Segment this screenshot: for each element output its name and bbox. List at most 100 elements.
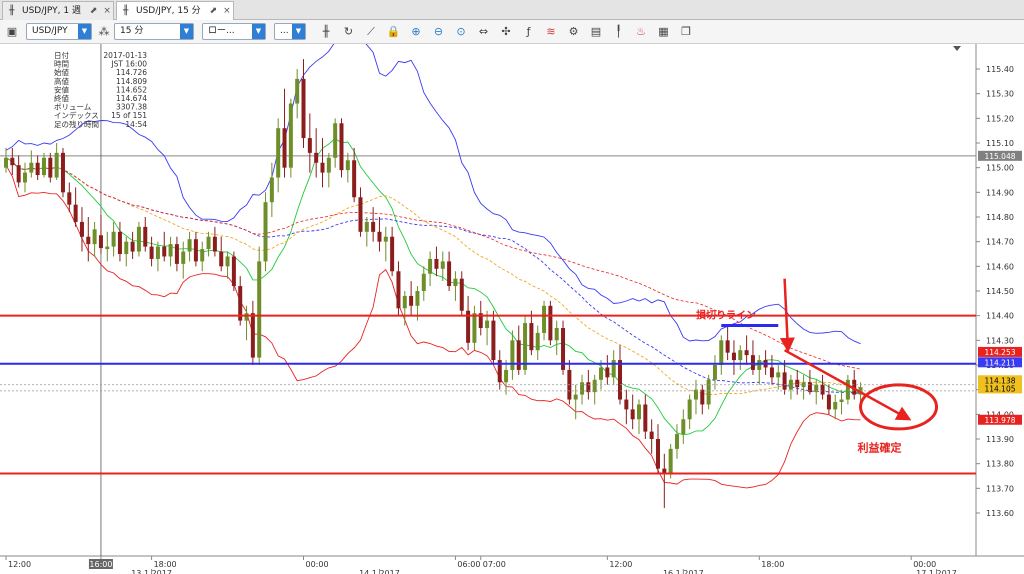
price-chart[interactable]: 115.40 115.30 115.20 115.10 115.00 114.90 114.… (0, 44, 1024, 574)
y-tick-label: 113.70 (986, 484, 1014, 493)
popout-icon[interactable]: ⬈ (210, 2, 218, 20)
candle-body (111, 231, 116, 247)
candle-body (738, 350, 743, 361)
chevron-down-icon: ▼ (180, 24, 193, 39)
candle-body (35, 162, 40, 176)
calendar-icon[interactable]: ▦ (656, 24, 672, 40)
date-label: 16 1 2017 (663, 569, 704, 574)
x-tick-label: 18:00 (761, 560, 784, 569)
x-tick-label: 18:00 (154, 560, 177, 569)
indicator-icon[interactable]: ƒ (521, 24, 537, 40)
tab-label: USD/JPY, 15 分 (136, 6, 201, 16)
chevron-down-icon: ▼ (78, 24, 91, 39)
candle-body (60, 152, 65, 193)
candle-body (421, 273, 426, 291)
candle-body (149, 246, 154, 259)
chart-toolbar: ▣ USD/JPY ▼ ⁂ 15 分 ▼ ロー... ▼ ... ▼ ╫ ↻ ⟋ 🔒 ⊕ ⊖ ⊙ ⇔ ✣… (0, 20, 1024, 44)
candle-body (472, 313, 477, 343)
candle-body (339, 123, 344, 171)
popout-icon[interactable]: ⬈ (90, 2, 98, 20)
candle-body (434, 258, 439, 269)
candle-body (155, 246, 160, 259)
candle-body (206, 236, 211, 250)
period-select[interactable]: 15 分 ▼ (114, 23, 194, 40)
trendline-icon[interactable]: ⟋ (363, 24, 379, 40)
y-tick-label: 115.30 (986, 90, 1014, 99)
info-label: 日付 (54, 50, 69, 60)
candle-body (314, 152, 319, 163)
candle-body (73, 204, 78, 222)
candle-body (181, 251, 186, 264)
candle-body (573, 394, 578, 400)
x-tick-label: 16:00 (89, 560, 112, 569)
candle-icon: ╫ (9, 6, 15, 16)
candle-body (86, 236, 91, 245)
y-tick-label: 114.60 (986, 262, 1014, 271)
candle-body (67, 192, 72, 205)
close-icon[interactable]: × (223, 2, 231, 20)
refresh-icon[interactable]: ↻ (341, 24, 357, 40)
candle-body (618, 360, 623, 400)
candle-body (282, 128, 287, 168)
close-icon[interactable]: × (103, 2, 111, 20)
candle-body (485, 320, 490, 328)
take-profit-annotation: 利益確定 (858, 440, 902, 454)
print-icon[interactable]: ▣ (4, 24, 20, 40)
candle-body (364, 221, 369, 232)
zoom-in-icon[interactable]: ⊕ (408, 24, 424, 40)
candle-body (257, 261, 262, 358)
candle-body (269, 177, 274, 203)
candle-body (143, 226, 148, 247)
candle-body (124, 241, 129, 254)
candle-body (624, 399, 629, 410)
info-label: 安値 (54, 84, 69, 94)
zoom-out-icon[interactable]: ⊖ (431, 24, 447, 40)
zoom-reset-icon[interactable]: ⊙ (453, 24, 469, 40)
candle-body (655, 439, 660, 469)
candle-body (263, 202, 268, 262)
fit-icon[interactable]: ⇔ (476, 24, 492, 40)
tab-label: USD/JPY, 1 週 (22, 6, 81, 16)
candle-body (776, 372, 781, 378)
candle-body (320, 162, 325, 173)
candle-body (174, 244, 179, 264)
tab-usdjpy-15min[interactable]: ╫ USD/JPY, 15 分 ⬈ × (116, 1, 234, 21)
y-tick-label: 114.30 (986, 336, 1014, 345)
info-value: 14:54 (125, 120, 147, 129)
y-tick-label: 113.80 (986, 460, 1014, 469)
chart-canvas[interactable]: 115.40 115.30 115.20 115.10 115.00 114.90 114.… (0, 44, 1024, 574)
save-icon[interactable]: ▤ (588, 24, 604, 40)
copy-icon[interactable]: ❐ (678, 24, 694, 40)
candle-body (750, 355, 755, 370)
candle-icon[interactable]: ╫ (318, 24, 334, 40)
tab-bar: ╫ USD/JPY, 1 週 ⬈ × ╫ USD/JPY, 15 分 ⬈ × (0, 0, 1024, 21)
more-select[interactable]: ... ▼ (274, 23, 306, 40)
candle-body (428, 258, 433, 274)
candle-body (29, 162, 34, 173)
y-tick-label: 114.50 (986, 287, 1014, 296)
signal-icon[interactable]: ╿ (611, 24, 627, 40)
candle-body (383, 236, 388, 242)
stop-loss-annotation: 損切りライン (696, 309, 756, 322)
oscillator-icon[interactable]: ≋ (543, 24, 559, 40)
chevron-down-icon: ▼ (292, 24, 305, 39)
candle-body (504, 369, 509, 383)
candle-body (649, 431, 654, 439)
lock-icon[interactable]: 🔒 (386, 24, 402, 40)
candle-body (542, 305, 547, 333)
tab-usdjpy-weekly[interactable]: ╫ USD/JPY, 1 週 ⬈ × (2, 1, 114, 20)
candle-body (687, 399, 692, 420)
candle-body (795, 379, 800, 388)
link-icon[interactable]: ⁂ (96, 24, 112, 40)
symbol-select[interactable]: USD/JPY ▼ (26, 23, 92, 40)
candle-body (605, 367, 610, 378)
chart-style-select[interactable]: ロー... ▼ (202, 23, 266, 40)
candle-body (307, 138, 312, 153)
candle-body (16, 165, 21, 183)
alert-icon[interactable]: ♨ (633, 24, 649, 40)
settings-icon[interactable]: ⚙ (566, 24, 582, 40)
crosshair-icon[interactable]: ✣ (498, 24, 514, 40)
candle-body (630, 409, 635, 420)
candle-body (396, 271, 401, 309)
candle-body (668, 448, 673, 474)
